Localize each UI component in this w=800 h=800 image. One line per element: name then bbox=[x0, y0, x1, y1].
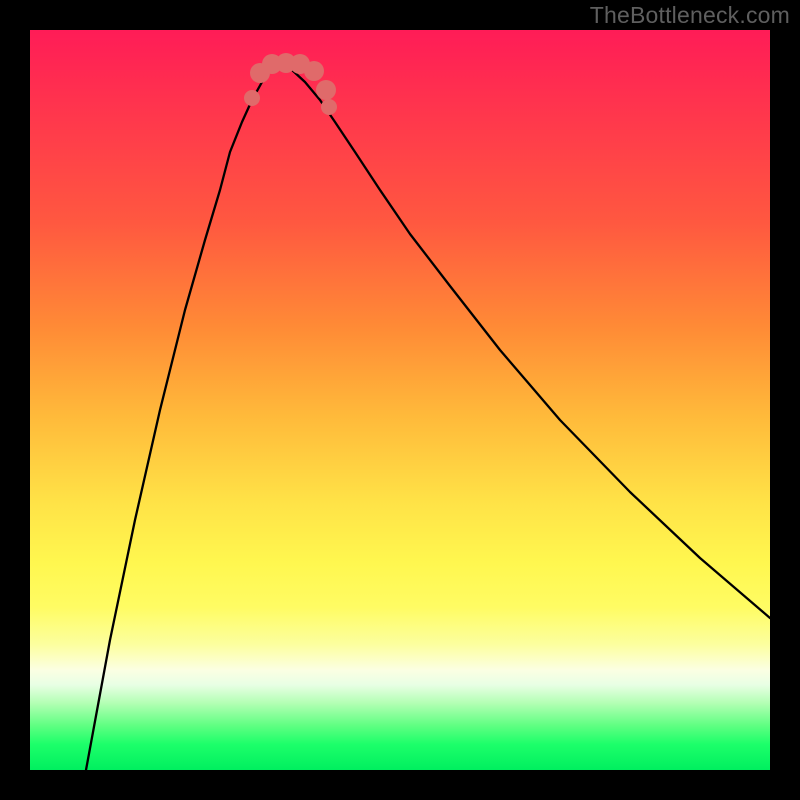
highlight-dot bbox=[244, 90, 260, 106]
highlight-dots-group bbox=[244, 53, 337, 115]
watermark-text: TheBottleneck.com bbox=[590, 2, 790, 29]
chart-frame: TheBottleneck.com bbox=[0, 0, 800, 800]
highlight-dot bbox=[304, 61, 324, 81]
bottleneck-curve-plot bbox=[30, 30, 770, 770]
highlight-dot bbox=[321, 99, 337, 115]
bottleneck-curve-path bbox=[86, 66, 770, 770]
highlight-dot bbox=[316, 80, 336, 100]
